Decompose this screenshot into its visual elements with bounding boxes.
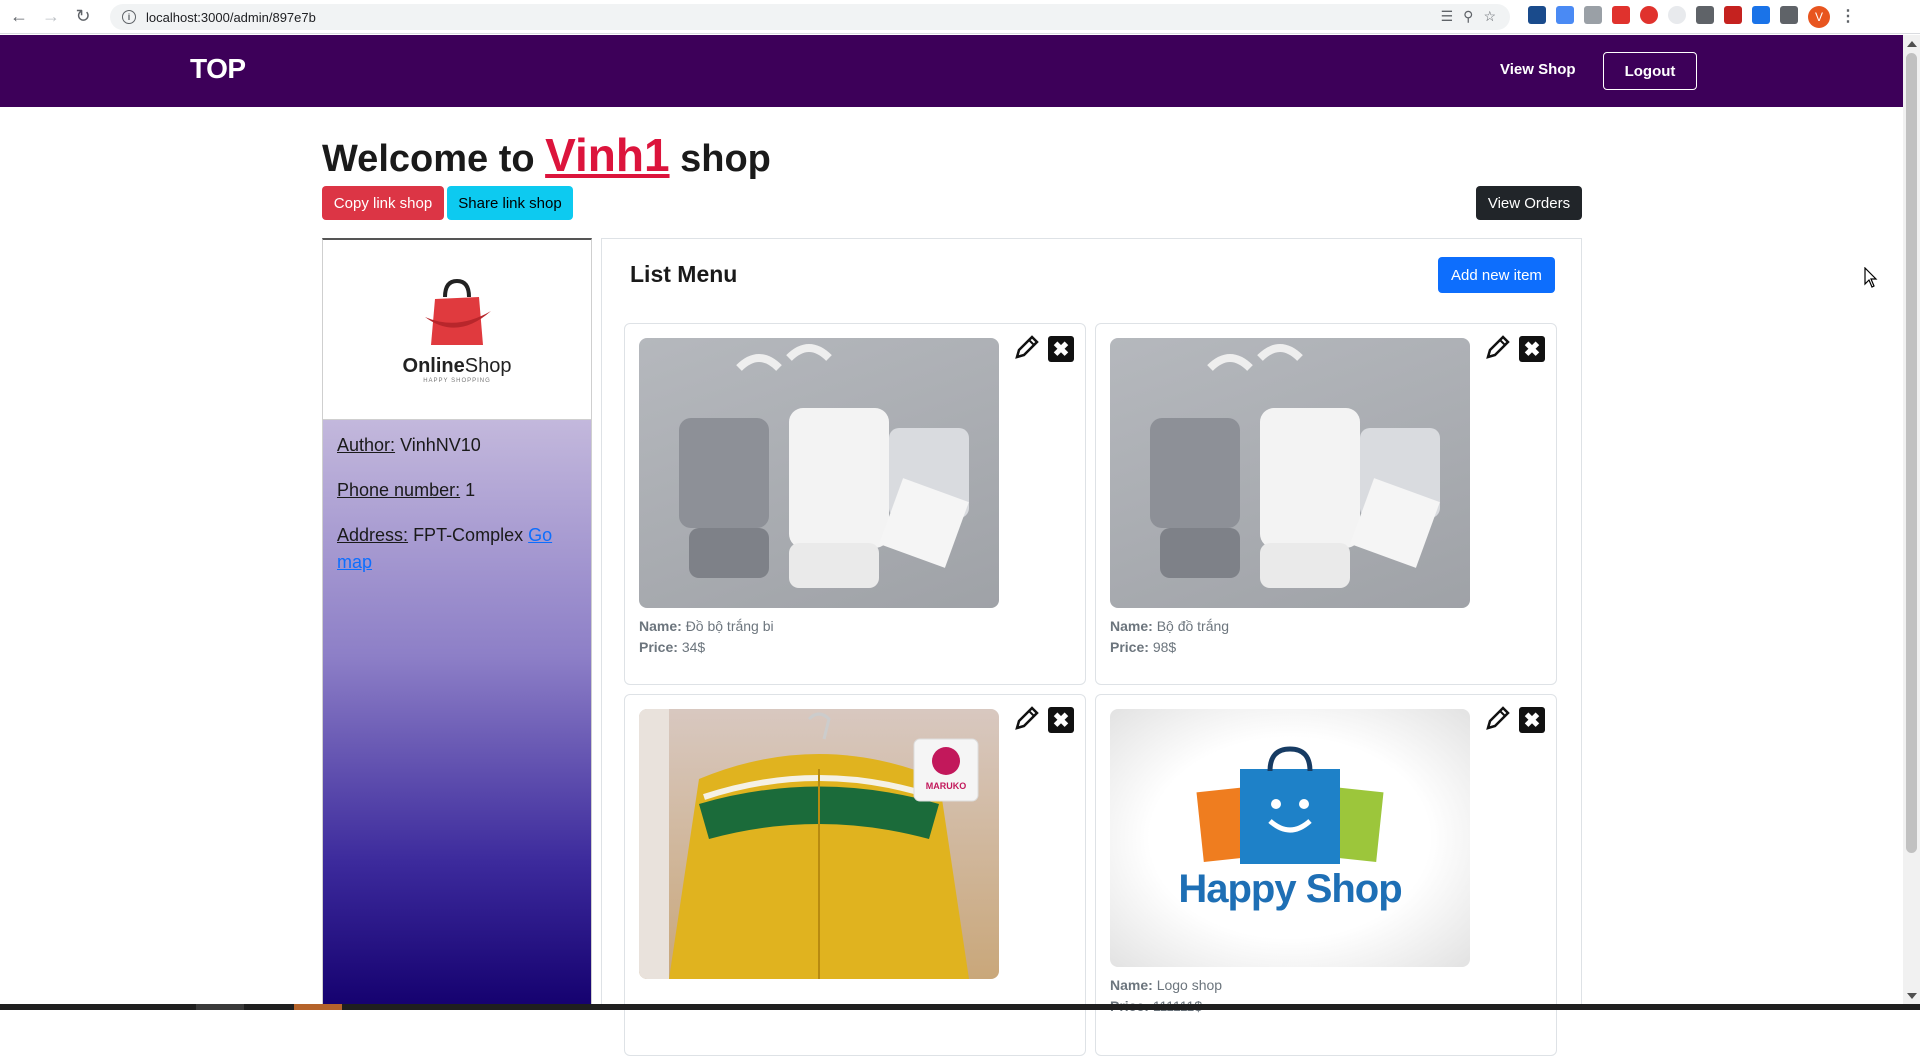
address-value: FPT-Complex — [413, 525, 524, 545]
menu-item-card: ✖ Name: Đồ bộ trắng bi Price: 34$ — [624, 323, 1086, 685]
item-price: 34$ — [681, 639, 706, 655]
item-name: Đồ bộ trắng bi — [685, 618, 774, 634]
address-bar[interactable]: i localhost:3000/admin/897e7b ☰ ⚲ ☆ — [110, 4, 1510, 30]
item-image — [639, 338, 999, 608]
view-shop-link[interactable]: View Shop — [1500, 61, 1576, 78]
author-value: VinhNV10 — [400, 435, 481, 455]
browser-menu-icon[interactable]: ⋮ — [1840, 6, 1856, 28]
brand-logo[interactable]: TOP — [190, 53, 246, 85]
address-row: Address: FPT-Complex Go map — [337, 522, 577, 576]
site-info-icon[interactable]: i — [122, 10, 136, 24]
edit-icon[interactable] — [1483, 703, 1513, 733]
menu-item-card: Happy Shop ✖ Name: Logo shop Price: 1111… — [1095, 694, 1557, 1056]
item-meta: Name: Đồ bộ trắng bi Price: 34$ — [639, 618, 774, 655]
edit-icon[interactable] — [1012, 332, 1042, 362]
item-image: Happy Shop — [1110, 709, 1470, 967]
shop-logo-tagline: HAPPY SHOPPING — [423, 378, 491, 384]
phone-label: Phone number: — [337, 480, 461, 500]
item-name: Logo shop — [1156, 977, 1223, 993]
author-row: Author: VinhNV10 — [337, 432, 577, 459]
item-brand-badge: MARUKO — [925, 781, 967, 791]
list-menu-title: List Menu — [630, 261, 738, 287]
address-label: Address: — [337, 525, 409, 545]
list-menu-panel: List Menu Add new item ✖ Name: Đồ bộ trắ… — [601, 238, 1582, 1056]
puzzle-extensions-icon[interactable] — [1780, 6, 1798, 24]
delete-icon[interactable]: ✖ — [1519, 707, 1545, 733]
forward-icon[interactable]: → — [38, 4, 64, 30]
extension-icon[interactable] — [1528, 6, 1546, 24]
bookmark-star-icon[interactable]: ☆ — [1483, 8, 1496, 25]
share-link-button[interactable]: Share link shop — [447, 186, 573, 220]
page-scrollbar[interactable] — [1903, 35, 1920, 1005]
scroll-thumb[interactable] — [1906, 53, 1917, 853]
item-image — [1110, 338, 1470, 608]
shop-logo-text: OnlineShop — [402, 355, 512, 377]
extension-icon[interactable] — [1724, 6, 1742, 24]
logout-button[interactable]: Logout — [1603, 52, 1697, 90]
reload-icon[interactable]: ↻ — [70, 4, 96, 30]
zoom-icon[interactable]: ⚲ — [1463, 8, 1473, 25]
extension-icon[interactable] — [1668, 6, 1686, 24]
delete-icon[interactable]: ✖ — [1048, 336, 1074, 362]
delete-icon[interactable]: ✖ — [1519, 336, 1545, 362]
welcome-suffix: shop — [680, 138, 771, 180]
browser-toolbar: ← → ↻ i localhost:3000/admin/897e7b ☰ ⚲ … — [0, 0, 1920, 34]
author-label: Author: — [337, 435, 396, 455]
scroll-down-arrow-icon[interactable] — [1907, 993, 1917, 999]
shop-name-link[interactable]: Vinh1 — [545, 129, 669, 181]
happy-shop-logo-text: Happy Shop — [1178, 867, 1402, 911]
back-icon[interactable]: ← — [6, 4, 32, 30]
menu-item-card: ✖ Name: Bộ đồ trắng Price: 98$ — [1095, 323, 1557, 685]
vue-devtools-icon[interactable] — [1696, 6, 1714, 24]
phone-value: 1 — [465, 480, 476, 500]
item-meta: Name: Bộ đồ trắng Price: 98$ — [1110, 618, 1230, 655]
phone-row: Phone number: 1 — [337, 477, 577, 504]
edit-icon[interactable] — [1012, 703, 1042, 733]
copy-link-button[interactable]: Copy link shop — [322, 186, 444, 220]
item-image: MARUKO — [639, 709, 999, 979]
welcome-prefix: Welcome to — [322, 138, 535, 180]
shop-details: Author: VinhNV10 Phone number: 1 Address… — [323, 420, 591, 1010]
taskbar-app[interactable] — [294, 1004, 342, 1010]
adblock-icon[interactable] — [1640, 6, 1658, 24]
taskbar-app[interactable] — [196, 1004, 244, 1010]
page-title: Welcome to Vinh1 shop — [322, 128, 771, 182]
item-meta: Name: Logo shop Price: 111111$ — [1110, 975, 1222, 1017]
add-new-item-button[interactable]: Add new item — [1438, 257, 1555, 293]
scroll-up-arrow-icon[interactable] — [1907, 41, 1917, 47]
extension-icon[interactable] — [1752, 6, 1770, 24]
item-price: 98$ — [1152, 639, 1177, 655]
item-name: Bộ đồ trắng — [1156, 618, 1230, 634]
google-translate-icon[interactable] — [1556, 6, 1574, 24]
translate-icon[interactable]: ☰ — [1441, 8, 1454, 25]
edit-icon[interactable] — [1483, 332, 1513, 362]
shop-logo: OnlineShop HAPPY SHOPPING — [323, 240, 591, 420]
delete-icon[interactable]: ✖ — [1048, 707, 1074, 733]
url-text[interactable]: localhost:3000/admin/897e7b — [146, 10, 316, 25]
mouse-cursor-icon — [1864, 267, 1878, 288]
pocket-icon[interactable] — [1612, 6, 1630, 24]
top-navbar: TOP View Shop Logout — [0, 35, 1903, 107]
profile-avatar[interactable]: V — [1808, 6, 1830, 28]
view-orders-button[interactable]: View Orders — [1476, 186, 1582, 220]
shop-info-sidebar: OnlineShop HAPPY SHOPPING Author: VinhNV… — [322, 238, 592, 1010]
shopping-bag-icon — [425, 278, 491, 345]
extension-icon[interactable] — [1584, 6, 1602, 24]
menu-item-card: MARUKO ✖ — [624, 694, 1086, 1056]
os-taskbar — [0, 1004, 1920, 1010]
